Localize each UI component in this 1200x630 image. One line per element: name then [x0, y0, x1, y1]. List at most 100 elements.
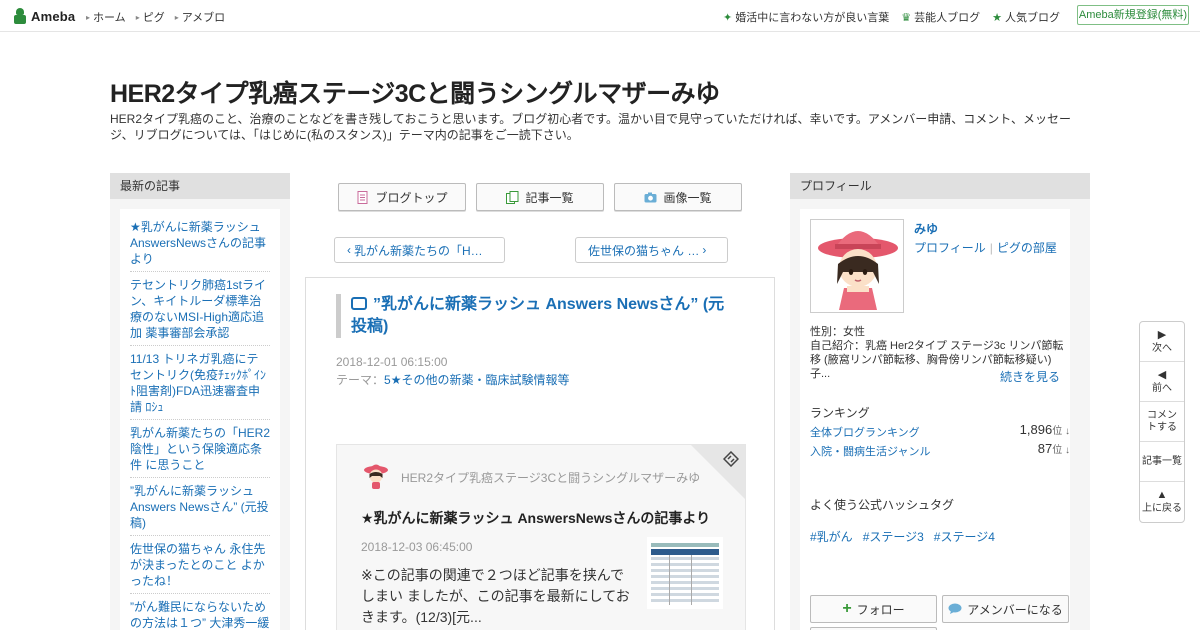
- scroll-top-button[interactable]: ▲ 上に戻る: [1140, 482, 1184, 522]
- global-header: Ameba ホーム ピグ アメブロ ✦婚活中に言わない方が良い言葉 ♛芸能人ブロ…: [0, 0, 1200, 32]
- tab-article-list[interactable]: 記事一覧: [476, 183, 604, 211]
- profile-box: みゆ プロフィール | ピグの部屋 性別：女性 自己紹介：乳癌 Her2タイプ ステ…: [800, 209, 1070, 630]
- nav-home[interactable]: ホーム: [86, 9, 126, 25]
- reblog-title[interactable]: ★乳がんに新薬ラッシュ AnswersNewsさんの記事より: [361, 508, 710, 528]
- hashtag-link[interactable]: #ステージ3: [863, 528, 924, 545]
- article-title[interactable]: ”乳がんに新薬ラッシュ Answers Newsさん” (元投稿): [336, 294, 726, 338]
- profile-link-separator: |: [989, 241, 993, 255]
- profile-avatar-image: [818, 231, 898, 310]
- article-theme: テーマ：5★その他の新薬・臨床試験情報等: [336, 371, 569, 388]
- ranking-number: 1,896: [1019, 422, 1053, 437]
- back-icon: ◀: [1157, 368, 1167, 381]
- tab-image-list-label: 画像一覧: [663, 190, 712, 205]
- article-theme-link[interactable]: 5★その他の新薬・臨床試験情報等: [384, 373, 569, 387]
- star-icon: ★: [992, 12, 1002, 24]
- header-link-popular-label: 人気ブログ: [1005, 12, 1060, 24]
- header-link-celebrity[interactable]: ♛ 芸能人ブログ: [901, 9, 980, 25]
- next-article-label: 佐世保の猫ちゃん …: [588, 243, 700, 258]
- ranking-heading: ランキング: [810, 406, 870, 420]
- article-date: 2018-12-01 06:15:00: [336, 355, 448, 369]
- ranking-unit: 位 ↓: [1052, 426, 1070, 437]
- crown-icon: ♛: [901, 12, 912, 24]
- nav-ameblo[interactable]: アメブロ: [175, 9, 225, 25]
- next-post-button[interactable]: ▶ 次へ: [1140, 322, 1184, 362]
- prev-post-label: 前へ: [1152, 382, 1172, 394]
- profile-panel: プロフィール みゆ プロフィール | ピグの部屋 性別：女性 自己紹介：乳癌 Her…: [790, 173, 1090, 630]
- recent-post-item[interactable]: 乳がん新薬たちの「HER2陰性」という保険適応条件 に思うこと: [130, 423, 270, 478]
- profile-name[interactable]: みゆ: [914, 220, 938, 237]
- reblog-icon: [351, 297, 367, 310]
- comment-label: コメントする: [1147, 409, 1177, 433]
- header-link-popular[interactable]: ★ 人気ブログ: [992, 9, 1060, 25]
- hashtag-link[interactable]: #乳がん: [810, 528, 853, 545]
- play-icon: ▶: [1157, 328, 1167, 341]
- next-post-label: 次へ: [1152, 342, 1172, 354]
- list-icon: [506, 190, 519, 204]
- profile-more-link[interactable]: 続きを見る: [1000, 368, 1060, 385]
- global-nav: ホーム ピグ アメブロ: [86, 9, 225, 25]
- ameba-logo[interactable]: Ameba: [13, 7, 75, 25]
- header-link-trend[interactable]: ✦ 婚活中に言わない方が良い言葉: [723, 9, 889, 25]
- comment-button[interactable]: コメントする: [1140, 402, 1184, 442]
- next-article-button[interactable]: 佐世保の猫ちゃん … ›: [575, 237, 728, 263]
- ranking-label[interactable]: 入院・闘病生活ジャンル: [810, 446, 930, 458]
- header-link-celebrity-label: 芸能人ブログ: [914, 12, 981, 24]
- article-title-text: ”乳がんに新薬ラッシュ Answers Newsさん” (元投稿): [351, 296, 725, 335]
- amember-button-label: アメンバーになる: [967, 602, 1063, 617]
- recent-posts-list: ★乳がんに新薬ラッシュ AnswersNewsさんの記事より テセントリク肺癌1…: [130, 217, 270, 630]
- tab-image-list[interactable]: 画像一覧: [614, 183, 742, 211]
- recent-post-item[interactable]: 佐世保の猫ちゃん 永住先が決まったとのこと よかったね！: [130, 539, 270, 594]
- prev-article-label: 乳がん新薬たちの「H…: [354, 243, 483, 258]
- profile-gender: 性別：女性: [810, 326, 865, 338]
- ranking-unit: 位 ↓: [1052, 445, 1070, 456]
- article-theme-label: テーマ：: [336, 373, 385, 387]
- amember-button[interactable]: アメンバーになる: [942, 595, 1069, 623]
- follow-button-label: フォロー: [856, 602, 905, 617]
- profile-link[interactable]: プロフィール: [914, 241, 986, 255]
- camera-icon: [644, 192, 657, 202]
- blog-title[interactable]: HER2タイプ乳癌ステージ3Cと闘うシングルマザーみゆ: [110, 74, 720, 110]
- floating-nav: ▶ 次へ ◀ 前へ コメントする 記事一覧 ▲ 上に戻る: [1139, 321, 1185, 523]
- header-link-trend-label: 婚活中に言わない方が良い言葉: [735, 12, 890, 24]
- recent-posts-panel: 最新の記事 ★乳がんに新薬ラッシュ AnswersNewsさんの記事より テセン…: [110, 173, 290, 630]
- recent-post-item[interactable]: テセントリク肺癌1stライン、キイトルーダ標準治療のないMSI-High適応追加…: [130, 275, 270, 346]
- plus-icon: +: [842, 600, 852, 617]
- ranking-number: 87: [1037, 441, 1053, 456]
- ameba-logo-text: Ameba: [31, 8, 76, 24]
- chevron-left-icon: ‹: [347, 243, 351, 257]
- scroll-top-label: 上に戻る: [1142, 503, 1182, 514]
- hashtag-list: #乳がん #ステージ3 #ステージ4: [810, 528, 995, 545]
- recent-posts-box: ★乳がんに新薬ラッシュ AnswersNewsさんの記事より テセントリク肺癌1…: [120, 209, 280, 630]
- recent-post-item[interactable]: 11/13 トリネガ乳癌にテセントリク(免疫ﾁｪｯｸﾎﾟｲﾝﾄ阻害剤)FDA迅速…: [130, 349, 270, 420]
- ranking-row: 入院・闘病生活ジャンル 87位 ↓: [810, 441, 1070, 459]
- recent-post-item[interactable]: ★乳がんに新薬ラッシュ AnswersNewsさんの記事より: [130, 217, 270, 272]
- speech-bubble-icon: [948, 603, 962, 614]
- sparkle-icon: ✦: [723, 12, 733, 24]
- tab-article-list-label: 記事一覧: [525, 190, 574, 205]
- tab-blog-top[interactable]: ブログトップ: [338, 183, 466, 211]
- hashtag-heading: よく使う公式ハッシュタグ: [810, 498, 955, 512]
- nav-pigg[interactable]: ピグ: [136, 9, 165, 25]
- reblog-card[interactable]: HER2タイプ乳癌ステージ3Cと闘うシングルマザーみゆ ★乳がんに新薬ラッシュ …: [336, 444, 746, 630]
- ranking-value: 87位 ↓: [1038, 441, 1070, 456]
- chevron-right-icon: ›: [702, 243, 707, 257]
- signup-button[interactable]: Ameba新規登録(無料): [1077, 5, 1189, 25]
- recent-posts-heading: 最新の記事: [110, 173, 290, 199]
- follow-button[interactable]: + フォロー: [810, 595, 937, 623]
- hashtag-link[interactable]: #ステージ4: [934, 528, 995, 545]
- ranking-value: 1,896位 ↓: [1020, 422, 1070, 437]
- document-icon: [357, 190, 368, 204]
- recent-post-item[interactable]: ”乳がんに新薬ラッシュ Answers Newsさん” (元投稿): [130, 481, 270, 536]
- blogger-avatar-icon: [364, 464, 388, 489]
- prev-post-button[interactable]: ◀ 前へ: [1140, 362, 1184, 402]
- profile-avatar[interactable]: [810, 219, 904, 313]
- prev-article-button[interactable]: ‹ 乳がん新薬たちの「H…: [334, 237, 505, 263]
- reblog-corner-icon: [723, 451, 739, 467]
- tab-blog-top-label: ブログトップ: [375, 190, 448, 205]
- recent-post-item[interactable]: ”がん難民にならないための方法は１つ” 大津秀一緩和医: [130, 597, 270, 630]
- header-links: ✦ 婚活中に言わない方が良い言葉 ♛ 芸能人ブログ ★ 人気ブログ: [723, 9, 1060, 25]
- pigg-room-link[interactable]: ピグの部屋: [997, 241, 1057, 255]
- ranking-label[interactable]: 全体ブログランキング: [810, 427, 920, 439]
- article-list-button[interactable]: 記事一覧: [1140, 442, 1184, 482]
- reblog-date: 2018-12-03 06:45:00: [361, 540, 473, 554]
